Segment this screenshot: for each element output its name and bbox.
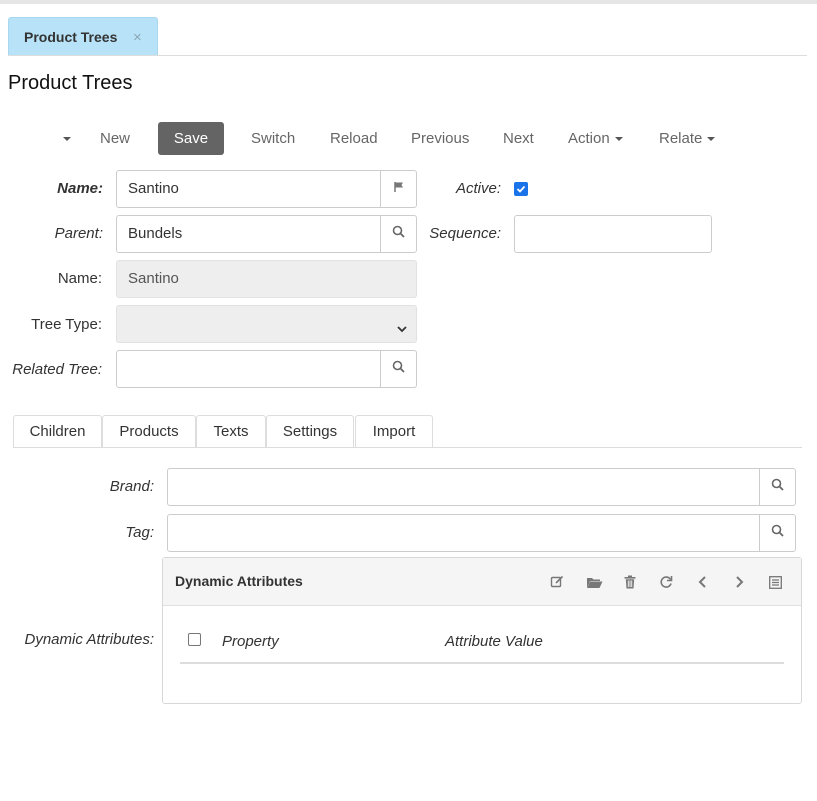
chevron-right-icon[interactable] (730, 573, 748, 591)
parent-search-button[interactable] (380, 215, 417, 253)
tab-product-trees[interactable]: Product Trees × (8, 17, 158, 56)
column-header-attribute-value[interactable]: Attribute Value (445, 633, 543, 650)
caret-down-icon (614, 137, 623, 142)
tabs-divider (13, 447, 802, 448)
flag-icon (393, 180, 405, 198)
chevron-left-icon[interactable] (693, 573, 711, 591)
active-checkbox[interactable] (514, 182, 528, 196)
tab-settings[interactable]: Settings (266, 415, 354, 448)
caret-down-icon (63, 137, 71, 142)
toolbar: New Save Switch Reload Previous Next Act… (0, 122, 817, 155)
tag-label: Tag: (125, 524, 154, 541)
tag-search-button[interactable] (759, 514, 796, 552)
search-icon (392, 360, 405, 378)
brand-label: Brand: (109, 478, 154, 495)
search-icon (392, 225, 405, 243)
tab-children[interactable]: Children (13, 415, 102, 448)
name-label: Name: (57, 180, 103, 197)
action-menu[interactable]: Action (568, 122, 623, 155)
action-menu-label: Action (568, 130, 610, 147)
edit-icon[interactable] (548, 573, 566, 591)
name-readonly-label: Name: (57, 270, 102, 287)
sequence-label: Sequence: (429, 225, 501, 242)
tab-label: Product Trees (24, 29, 118, 45)
list-icon[interactable] (766, 573, 784, 591)
brand-search-button[interactable] (759, 468, 796, 506)
tab-products[interactable]: Products (102, 415, 196, 448)
tree-type-label: Tree Type: (31, 316, 102, 333)
search-icon (771, 478, 784, 496)
save-button[interactable]: Save (158, 122, 224, 155)
name-field[interactable]: Santino (116, 170, 381, 208)
dynamic-attributes-panel: Dynamic Attributes (162, 557, 802, 704)
folder-open-icon[interactable] (585, 573, 603, 591)
relate-menu[interactable]: Relate (659, 122, 716, 155)
dynamic-attributes-label: Dynamic Attributes: (24, 631, 155, 648)
previous-button[interactable]: Previous (411, 122, 469, 155)
panel-header: Dynamic Attributes (163, 558, 801, 606)
relate-menu-label: Relate (659, 130, 703, 147)
parent-field[interactable]: Bundels (116, 215, 381, 253)
column-header-property[interactable]: Property (222, 633, 279, 650)
caret-down-icon (707, 137, 716, 142)
search-icon (771, 524, 784, 542)
tree-type-select[interactable] (116, 305, 417, 343)
flag-button[interactable] (380, 170, 417, 208)
next-button[interactable]: Next (503, 122, 534, 155)
switch-button[interactable]: Switch (251, 122, 295, 155)
tab-import[interactable]: Import (355, 415, 433, 448)
top-strip (0, 0, 817, 4)
related-tree-search-button[interactable] (380, 350, 417, 388)
reload-button[interactable]: Reload (330, 122, 378, 155)
sequence-field[interactable] (514, 215, 712, 253)
brand-field[interactable] (167, 468, 760, 506)
active-label: Active: (455, 180, 501, 197)
close-icon[interactable]: × (133, 29, 142, 46)
trash-icon[interactable] (621, 573, 639, 591)
new-button[interactable]: New (100, 122, 130, 155)
tag-field[interactable] (167, 514, 760, 552)
select-all-checkbox[interactable] (188, 633, 201, 646)
parent-label: Parent: (54, 225, 103, 242)
tab-divider (8, 55, 807, 56)
grid-header-divider (180, 662, 784, 664)
related-tree-label: Related Tree: (12, 361, 102, 378)
chevron-down-icon (397, 320, 407, 338)
tab-texts[interactable]: Texts (196, 415, 266, 448)
refresh-icon[interactable] (657, 573, 675, 591)
panel-title: Dynamic Attributes (175, 573, 303, 589)
toolbar-dropdown[interactable] (58, 122, 71, 155)
related-tree-field[interactable] (116, 350, 381, 388)
page-title: Product Trees (8, 72, 133, 94)
name-readonly-field: Santino (116, 260, 417, 298)
